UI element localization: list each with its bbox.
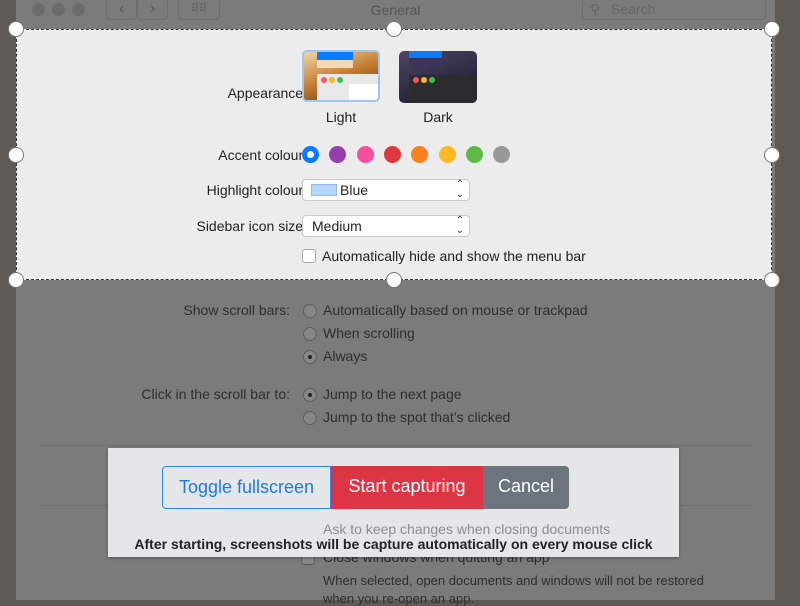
accent-swatch[interactable] bbox=[411, 146, 429, 163]
scroll-radio-scrolling[interactable] bbox=[303, 327, 317, 341]
menu-bar-label[interactable]: Automatically hide and show the menu bar bbox=[322, 248, 586, 264]
appearance-light-label: Light bbox=[325, 109, 357, 125]
search-placeholder: Search bbox=[611, 1, 656, 17]
search-input[interactable]: ⚲ Search bbox=[582, 0, 766, 20]
resize-handle-top-right[interactable] bbox=[764, 21, 780, 37]
resize-handle-bottom[interactable] bbox=[386, 272, 402, 288]
resize-handle-top-left[interactable] bbox=[8, 21, 24, 37]
accent-swatch[interactable] bbox=[438, 146, 456, 163]
accent-swatch[interactable] bbox=[302, 146, 319, 163]
resize-handle-left[interactable] bbox=[8, 147, 24, 163]
accent-swatch[interactable] bbox=[383, 146, 401, 163]
appearance-dark-thumb[interactable] bbox=[399, 51, 477, 103]
accent-swatch[interactable] bbox=[356, 146, 374, 163]
sidebar-icon-size-select[interactable]: Medium ⌃ ⌄ bbox=[302, 215, 470, 237]
close-windows-note-2: when you re-open an app. bbox=[323, 591, 475, 606]
accent-swatch[interactable] bbox=[465, 146, 483, 163]
scroll-option-auto[interactable]: Automatically based on mouse or trackpad bbox=[323, 302, 588, 318]
highlight-colour-select[interactable]: Blue ⌃ ⌄ bbox=[302, 179, 470, 201]
click-option-spot[interactable]: Jump to the spot that’s clicked bbox=[323, 409, 510, 425]
sidebar-icon-size-value: Medium bbox=[312, 218, 362, 234]
resize-handle-bottom-left[interactable] bbox=[8, 272, 24, 288]
appearance-label: Appearance: bbox=[227, 85, 307, 101]
chevron-up-down-icon: ⌃ ⌄ bbox=[455, 179, 464, 200]
appearance-light-thumb[interactable] bbox=[302, 50, 380, 102]
menu-bar-checkbox[interactable] bbox=[302, 249, 316, 263]
highlight-swatch bbox=[311, 184, 337, 196]
close-windows-note: When selected, open documents and window… bbox=[323, 573, 704, 588]
chevron-up-down-icon: ⌃ ⌄ bbox=[455, 215, 464, 236]
divider bbox=[40, 445, 752, 446]
appearance-dark-label: Dark bbox=[423, 109, 453, 125]
highlight-colour-label: Highlight colour: bbox=[206, 182, 307, 198]
highlight-value: Blue bbox=[340, 182, 369, 198]
scroll-radio-always[interactable] bbox=[303, 350, 317, 364]
capture-selection-region[interactable]: Appearance: Light Dark Accent colour: Hi… bbox=[16, 29, 772, 280]
sidebar-icon-size-label: Sidebar icon size: bbox=[196, 218, 307, 234]
start-capturing-button[interactable]: Start capturing bbox=[331, 466, 483, 509]
resize-handle-right[interactable] bbox=[764, 147, 780, 163]
scroll-option-always[interactable]: Always bbox=[323, 348, 367, 364]
resize-handle-top[interactable] bbox=[386, 21, 402, 37]
accent-colour-label: Accent colour: bbox=[218, 147, 307, 163]
click-radio-next-page[interactable] bbox=[303, 388, 317, 402]
scroll-bars-label: Show scroll bars: bbox=[183, 302, 290, 318]
capture-instructions: After starting, screenshots will be capt… bbox=[134, 536, 653, 552]
capture-dialog: Toggle fullscreen Start capturing Cancel… bbox=[108, 448, 679, 557]
resize-handle-bottom-right[interactable] bbox=[764, 272, 780, 288]
scroll-option-scrolling[interactable]: When scrolling bbox=[323, 325, 415, 341]
click-scroll-label: Click in the scroll bar to: bbox=[141, 386, 290, 402]
accent-swatch[interactable] bbox=[329, 146, 347, 163]
ask-keep-changes-option[interactable]: Ask to keep changes when closing documen… bbox=[323, 521, 610, 537]
click-radio-spot[interactable] bbox=[303, 411, 317, 425]
accent-swatch[interactable] bbox=[493, 146, 511, 163]
cancel-button[interactable]: Cancel bbox=[483, 466, 569, 509]
search-icon: ⚲ bbox=[590, 1, 601, 17]
toggle-fullscreen-button[interactable]: Toggle fullscreen bbox=[162, 466, 331, 509]
click-option-next-page[interactable]: Jump to the next page bbox=[323, 386, 462, 402]
scroll-radio-auto[interactable] bbox=[303, 304, 317, 318]
